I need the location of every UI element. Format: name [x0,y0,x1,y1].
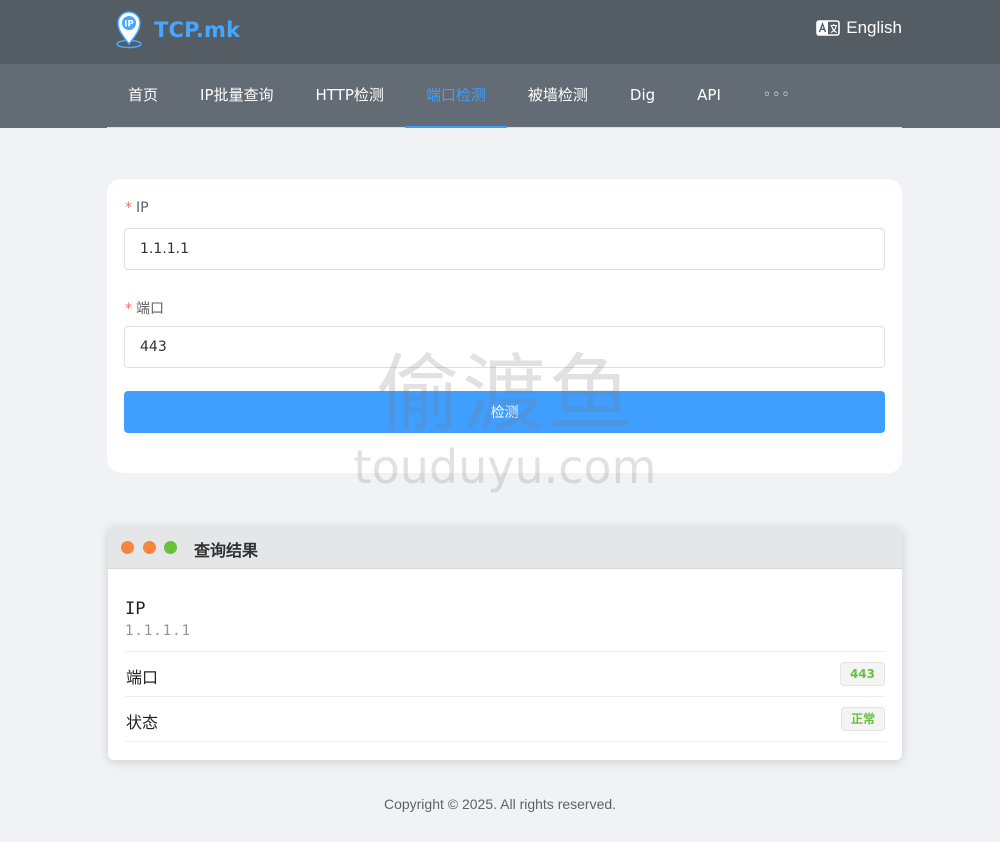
more-icon[interactable]: ◦◦◦ [742,64,812,127]
nav-item-blocked-check[interactable]: 被墙检测 [507,64,609,127]
result-port-label: 端口 [126,668,159,687]
port-check-form: *IP *端口 检测 [107,179,902,473]
nav-menu: 首页 IP批量查询 HTTP检测 端口检测 被墙检测 Dig API ◦◦◦ [107,64,902,128]
result-status-label: 状态 [126,713,159,732]
window-dot-icon [121,541,134,554]
required-mark: * [125,301,132,317]
nav-item-ip-batch[interactable]: IP批量查询 [179,64,294,127]
result-ip-label: IP [125,599,146,619]
nav-item-api[interactable]: API [676,64,742,127]
result-row-status: 状态 正常 [125,697,885,742]
window-dot-icon [164,541,177,554]
result-panel: 查询结果 IP 1.1.1.1 端口 443 状态 正常 [108,526,902,760]
site-logo[interactable]: IP TCP.mk [112,10,240,50]
check-button[interactable]: 检测 [124,391,885,433]
nav-item-port-check[interactable]: 端口检测 [404,64,507,128]
main-nav: 首页 IP批量查询 HTTP检测 端口检测 被墙检测 Dig API ◦◦◦ [0,64,1000,128]
required-mark: * [125,200,132,216]
language-switch[interactable]: English [816,18,902,38]
nav-item-dig[interactable]: Dig [609,64,676,127]
translate-icon [816,19,841,37]
svg-text:IP: IP [124,20,133,30]
top-bar: IP TCP.mk English [0,0,1000,64]
port-badge: 443 [839,662,885,686]
nav-item-http-check[interactable]: HTTP检测 [295,64,405,127]
language-label: English [846,18,902,37]
ip-field-label: * IP [125,200,149,216]
footer-copyright: Copyright © 2025. All rights reserved. [383,796,617,812]
result-header: 查询结果 [108,526,902,569]
result-row-ip: IP 1.1.1.1 [125,599,885,652]
port-field-label: * 端口 [125,301,164,317]
window-dot-icon [143,541,156,554]
nav-item-home[interactable]: 首页 [107,64,179,127]
port-input[interactable] [124,326,885,368]
status-badge: 正常 [840,707,885,731]
result-ip-value: 1.1.1.1 [125,623,192,639]
result-title: 查询结果 [194,541,259,560]
location-pin-icon: IP [112,10,146,50]
result-row-port: 端口 443 [125,652,885,697]
ip-input[interactable] [124,228,885,270]
logo-text: TCP.mk [154,18,241,42]
